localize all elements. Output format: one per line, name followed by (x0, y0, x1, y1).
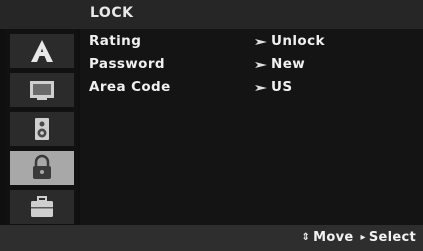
tab-audio[interactable] (10, 112, 74, 146)
category-sidebar (6, 29, 78, 225)
setup-menu-screen: LOCK Rating Unlock Password New Area Cod… (0, 0, 423, 251)
right-arrow-icon (255, 39, 267, 45)
move-hint-label: Move (313, 230, 354, 245)
tab-language[interactable] (10, 34, 74, 68)
tab-others[interactable] (10, 190, 74, 224)
up-down-arrow-icon: ⇕ (301, 232, 311, 243)
right-arrow-icon (255, 85, 267, 91)
lock-settings-panel: Rating Unlock Password New Area Code US (80, 29, 423, 225)
hint-bar: ⇕ Move ▸ Select (0, 225, 423, 251)
others-tab-icon (31, 196, 53, 217)
display-tab-icon (30, 81, 54, 100)
audio-tab-icon (35, 118, 49, 140)
rating-value: Unlock (271, 33, 325, 49)
area-code-label: Area Code (89, 79, 171, 95)
password-label: Password (89, 56, 165, 72)
right-arrow-icon (255, 62, 267, 68)
select-arrow-icon: ▸ (360, 232, 366, 243)
area-code-value: US (271, 79, 293, 95)
password-value: New (271, 56, 306, 72)
navigation-hint: ⇕ Move ▸ Select (301, 230, 416, 245)
tab-lock[interactable] (10, 151, 74, 185)
section-title: LOCK (90, 5, 134, 21)
rating-label: Rating (89, 33, 142, 49)
tab-display[interactable] (10, 73, 74, 107)
menu-header: LOCK (0, 0, 423, 29)
select-hint-label: Select (368, 230, 416, 245)
language-tab-icon (31, 40, 53, 62)
lock-tab-icon (33, 154, 51, 179)
